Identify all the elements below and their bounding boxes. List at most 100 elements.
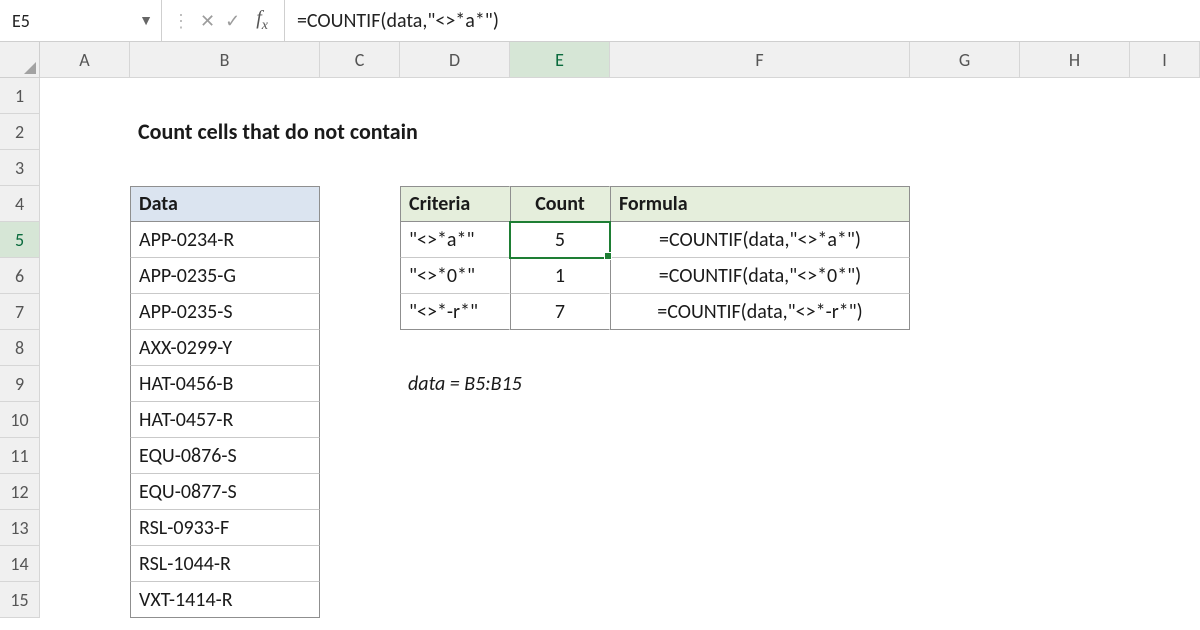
cell-G8[interactable] (910, 330, 1020, 366)
cell-B5[interactable]: APP-0234-R (130, 222, 320, 258)
cell-H14[interactable] (1020, 546, 1130, 582)
cell-F2[interactable] (610, 114, 910, 150)
row-header-7[interactable]: 7 (0, 294, 40, 330)
cell-A2[interactable] (40, 114, 130, 150)
cell-E14[interactable] (510, 546, 610, 582)
cell-B6[interactable]: APP-0235-G (130, 258, 320, 294)
cell-F12[interactable] (610, 474, 910, 510)
cell-A15[interactable] (40, 582, 130, 618)
cell-H5[interactable] (1020, 222, 1130, 258)
cancel-icon[interactable]: ✕ (200, 12, 215, 30)
row-header-6[interactable]: 6 (0, 258, 40, 294)
cell-A9[interactable] (40, 366, 130, 402)
cell-E5-selected[interactable]: 5 (510, 222, 610, 258)
cell-B8[interactable]: AXX-0299-Y (130, 330, 320, 366)
cell-B12[interactable]: EQU-0877-S (130, 474, 320, 510)
row-header-5[interactable]: 5 (0, 222, 40, 258)
cell-G1[interactable] (910, 78, 1020, 114)
col-header-E[interactable]: E (510, 42, 610, 78)
cell-H9[interactable] (1020, 366, 1130, 402)
cell-I1[interactable] (1130, 78, 1200, 114)
col-header-C[interactable]: C (320, 42, 400, 78)
cell-C5[interactable] (320, 222, 400, 258)
cell-E9[interactable] (510, 366, 610, 402)
cell-F1[interactable] (610, 78, 910, 114)
row-header-4[interactable]: 4 (0, 186, 40, 222)
cell-C10[interactable] (320, 402, 400, 438)
cell-F9[interactable] (610, 366, 910, 402)
cell-I13[interactable] (1130, 510, 1200, 546)
col-header-B[interactable]: B (130, 42, 320, 78)
select-all-corner[interactable] (0, 42, 40, 78)
cell-G6[interactable] (910, 258, 1020, 294)
cell-C11[interactable] (320, 438, 400, 474)
cell-C6[interactable] (320, 258, 400, 294)
cell-C13[interactable] (320, 510, 400, 546)
cell-C15[interactable] (320, 582, 400, 618)
cell-C9[interactable] (320, 366, 400, 402)
cell-G10[interactable] (910, 402, 1020, 438)
cell-B9[interactable]: HAT-0456-B (130, 366, 320, 402)
row-header-12[interactable]: 12 (0, 474, 40, 510)
cell-C14[interactable] (320, 546, 400, 582)
col-header-H[interactable]: H (1020, 42, 1130, 78)
cell-C12[interactable] (320, 474, 400, 510)
cell-D13[interactable] (400, 510, 510, 546)
cell-I11[interactable] (1130, 438, 1200, 474)
cell-D1[interactable] (400, 78, 510, 114)
cell-E8[interactable] (510, 330, 610, 366)
cell-D5[interactable]: "<>*a*" (400, 222, 510, 258)
cell-I10[interactable] (1130, 402, 1200, 438)
cell-G15[interactable] (910, 582, 1020, 618)
cell-I5[interactable] (1130, 222, 1200, 258)
row-header-2[interactable]: 2 (0, 114, 40, 150)
cell-D4-criteria-header[interactable]: Criteria (400, 186, 510, 222)
cell-I4[interactable] (1130, 186, 1200, 222)
col-header-G[interactable]: G (910, 42, 1020, 78)
cell-F10[interactable] (610, 402, 910, 438)
cell-E6[interactable]: 1 (510, 258, 610, 294)
cell-G14[interactable] (910, 546, 1020, 582)
cell-A5[interactable] (40, 222, 130, 258)
chevron-down-icon[interactable]: ▼ (139, 12, 153, 29)
name-box[interactable]: E5 ▼ (0, 0, 162, 41)
row-header-8[interactable]: 8 (0, 330, 40, 366)
cell-A12[interactable] (40, 474, 130, 510)
cell-B1[interactable] (130, 78, 320, 114)
cell-H13[interactable] (1020, 510, 1130, 546)
cell-D6[interactable]: "<>*0*" (400, 258, 510, 294)
cell-H12[interactable] (1020, 474, 1130, 510)
cell-E1[interactable] (510, 78, 610, 114)
cell-G12[interactable] (910, 474, 1020, 510)
cell-H3[interactable] (1020, 150, 1130, 186)
cell-C4[interactable] (320, 186, 400, 222)
cell-D9-range-note[interactable]: data = B5:B15 (400, 366, 510, 402)
cell-D8[interactable] (400, 330, 510, 366)
cell-F13[interactable] (610, 510, 910, 546)
cell-G4[interactable] (910, 186, 1020, 222)
cell-G13[interactable] (910, 510, 1020, 546)
col-header-D[interactable]: D (400, 42, 510, 78)
col-header-F[interactable]: F (610, 42, 910, 78)
fx-icon[interactable]: fx (250, 7, 274, 34)
cell-E4-count-header[interactable]: Count (510, 186, 610, 222)
cell-A13[interactable] (40, 510, 130, 546)
cell-I3[interactable] (1130, 150, 1200, 186)
cell-F4-formula-header[interactable]: Formula (610, 186, 910, 222)
cell-H11[interactable] (1020, 438, 1130, 474)
row-header-15[interactable]: 15 (0, 582, 40, 618)
cell-H15[interactable] (1020, 582, 1130, 618)
cell-I15[interactable] (1130, 582, 1200, 618)
cell-H6[interactable] (1020, 258, 1130, 294)
cell-D14[interactable] (400, 546, 510, 582)
cell-A4[interactable] (40, 186, 130, 222)
cell-H8[interactable] (1020, 330, 1130, 366)
cell-H7[interactable] (1020, 294, 1130, 330)
cell-I2[interactable] (1130, 114, 1200, 150)
cell-E7[interactable]: 7 (510, 294, 610, 330)
row-header-11[interactable]: 11 (0, 438, 40, 474)
col-header-A[interactable]: A (40, 42, 130, 78)
col-header-I[interactable]: I (1130, 42, 1200, 78)
row-header-10[interactable]: 10 (0, 402, 40, 438)
cell-F7[interactable]: =COUNTIF(data,"<>*-r*") (610, 294, 910, 330)
